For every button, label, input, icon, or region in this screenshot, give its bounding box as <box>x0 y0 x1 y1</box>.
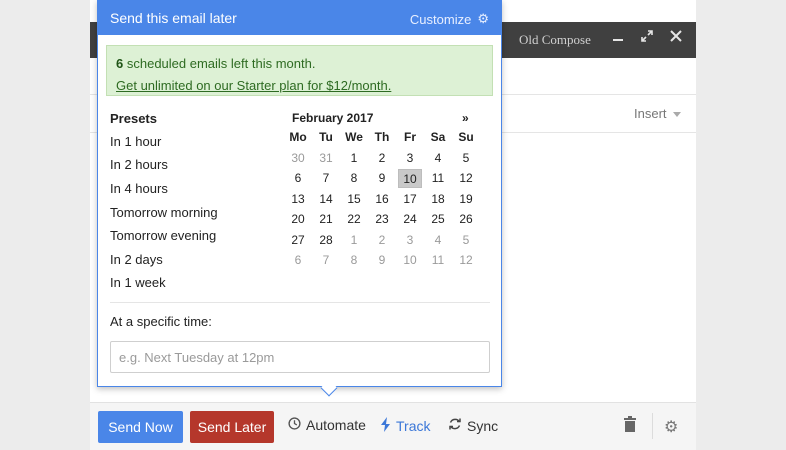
calendar-day[interactable]: 13 <box>286 190 310 209</box>
calendar-day[interactable]: 2 <box>370 149 394 168</box>
chevron-down-icon <box>672 112 681 118</box>
old-compose-link[interactable]: Old Compose <box>519 32 591 48</box>
gear-icon: ⚙ <box>477 11 489 26</box>
quota-notice: 6 scheduled emails left this month. Get … <box>106 45 493 96</box>
insert-label: Insert <box>634 106 667 121</box>
calendar-day[interactable]: 26 <box>454 210 478 229</box>
calendar-day[interactable]: 27 <box>286 231 310 250</box>
calendar-day[interactable]: 21 <box>314 210 338 229</box>
trash-icon[interactable] <box>623 416 639 434</box>
upgrade-link[interactable]: Get unlimited on our Starter plan for $1… <box>116 75 483 97</box>
calendar-day[interactable]: 4 <box>426 231 450 250</box>
popup-header: Send this email later Customize ⚙ <box>98 1 501 35</box>
popup-title: Send this email later <box>110 10 237 26</box>
calendar-day[interactable]: 10 <box>398 251 422 270</box>
clock-icon <box>288 417 301 433</box>
weekday-header: Sa <box>430 130 446 144</box>
calendar-day[interactable]: 12 <box>454 251 478 270</box>
toolbar-separator <box>652 413 653 439</box>
calendar-day[interactable]: 31 <box>314 149 338 168</box>
calendar-day[interactable]: 4 <box>426 149 450 168</box>
calendar-day[interactable]: 25 <box>426 210 450 229</box>
calendar-day[interactable]: 8 <box>342 251 366 270</box>
calendar-day[interactable]: 7 <box>314 169 338 188</box>
send-now-button[interactable]: Send Now <box>98 411 183 443</box>
preset-item[interactable]: In 1 hour <box>110 134 161 149</box>
calendar-day[interactable]: 11 <box>426 251 450 270</box>
specific-time-input[interactable] <box>110 341 490 373</box>
track-label: Track <box>396 418 431 434</box>
specific-time-label: At a specific time: <box>110 314 212 329</box>
calendar-day[interactable]: 14 <box>314 190 338 209</box>
presets-heading: Presets <box>110 111 157 126</box>
gear-icon[interactable]: ⚙ <box>664 417 678 437</box>
weekday-header: Tu <box>319 130 333 144</box>
calendar-day[interactable]: 22 <box>342 210 366 229</box>
weekday-header: Th <box>374 130 390 144</box>
section-divider <box>110 302 490 303</box>
quota-count: 6 <box>116 56 124 71</box>
calendar-day[interactable]: 15 <box>342 190 366 209</box>
customize-link[interactable]: Customize ⚙ <box>410 11 489 27</box>
calendar-day[interactable]: 6 <box>286 251 310 270</box>
preset-item[interactable]: In 4 hours <box>110 181 168 196</box>
calendar-day[interactable]: 23 <box>370 210 394 229</box>
calendar-day[interactable]: 6 <box>286 169 310 188</box>
calendar-day[interactable]: 1 <box>342 149 366 168</box>
compose-toolbar: Send Now Send Later Automate Track Sync … <box>90 402 696 450</box>
preset-item[interactable]: In 2 days <box>110 252 163 267</box>
calendar-day[interactable]: 3 <box>398 149 422 168</box>
automate-label: Automate <box>306 417 366 433</box>
calendar-day[interactable]: 18 <box>426 190 450 209</box>
calendar-day-selected[interactable]: 10 <box>398 169 422 189</box>
calendar-day[interactable]: 17 <box>398 190 422 209</box>
quota-text: scheduled emails left this month. <box>126 56 316 71</box>
sync-label: Sync <box>467 417 499 434</box>
preset-item[interactable]: In 2 hours <box>110 157 168 172</box>
next-month-button[interactable]: » <box>462 111 469 125</box>
sync-icon <box>448 417 462 434</box>
weekday-header: Fr <box>404 130 416 144</box>
send-later-popup: Send this email later Customize ⚙ 6 sche… <box>97 0 502 397</box>
track-button[interactable]: Track <box>380 417 430 435</box>
minimize-icon[interactable] <box>608 29 628 49</box>
sync-button[interactable]: Sync <box>448 417 498 434</box>
preset-item[interactable]: Tomorrow evening <box>110 228 216 243</box>
close-icon[interactable] <box>666 29 686 49</box>
weekday-header: Mo <box>289 130 307 144</box>
calendar-day[interactable]: 28 <box>314 231 338 250</box>
calendar-day[interactable]: 7 <box>314 251 338 270</box>
calendar-day[interactable]: 2 <box>370 231 394 250</box>
calendar-day[interactable]: 9 <box>370 251 394 270</box>
preset-item[interactable]: Tomorrow morning <box>110 205 218 220</box>
insert-menu[interactable]: Insert <box>634 106 681 121</box>
calendar-day[interactable]: 12 <box>454 169 478 188</box>
calendar-day[interactable]: 9 <box>370 169 394 188</box>
calendar-day[interactable]: 1 <box>342 231 366 250</box>
send-later-button[interactable]: Send Later <box>190 411 274 443</box>
lightning-icon <box>380 417 391 435</box>
quota-line: 6 scheduled emails left this month. <box>116 53 483 75</box>
automate-button[interactable]: Automate <box>288 417 366 433</box>
weekday-header: We <box>345 130 363 144</box>
calendar-day[interactable]: 11 <box>426 169 450 188</box>
preset-item[interactable]: In 1 week <box>110 275 166 290</box>
calendar-day[interactable]: 19 <box>454 190 478 209</box>
calendar-day[interactable]: 5 <box>454 231 478 250</box>
calendar-day[interactable]: 20 <box>286 210 310 229</box>
calendar-day[interactable]: 24 <box>398 210 422 229</box>
customize-label: Customize <box>409 11 472 27</box>
calendar-day[interactable]: 16 <box>370 190 394 209</box>
calendar-day[interactable]: 3 <box>398 231 422 250</box>
calendar-day[interactable]: 5 <box>454 149 478 168</box>
calendar-day[interactable]: 8 <box>342 169 366 188</box>
calendar-day[interactable]: 30 <box>286 149 310 168</box>
calendar-month: February 2017 <box>292 111 374 125</box>
expand-icon[interactable] <box>637 29 657 49</box>
weekday-header: Su <box>458 130 474 144</box>
